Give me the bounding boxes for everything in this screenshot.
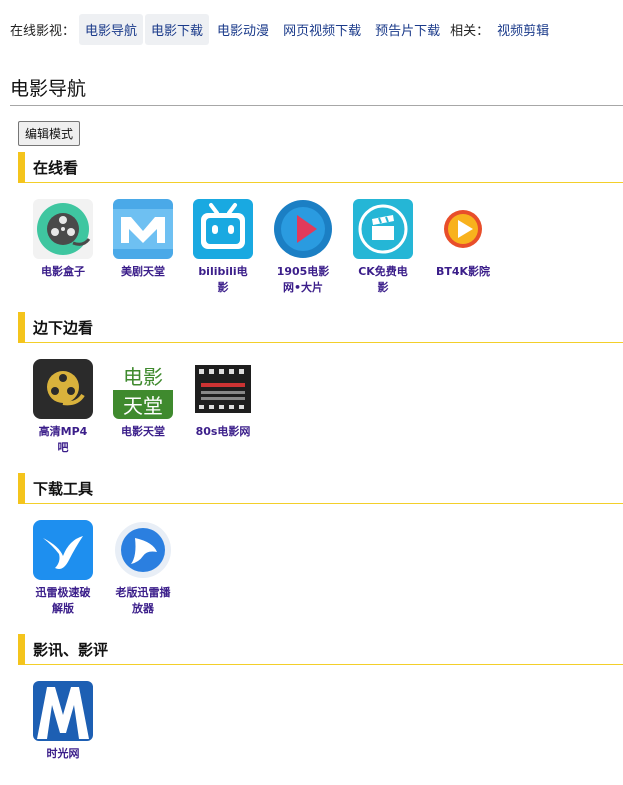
svg-text:电影: 电影: [123, 365, 163, 389]
site-link-mtime[interactable]: 时光网: [26, 681, 100, 762]
section-accent-bar: [18, 472, 25, 504]
section-accent-bar: [18, 311, 25, 343]
mtime-logo-icon: [33, 681, 93, 741]
film-reel-dark-icon: [33, 359, 93, 419]
nav-link-web-video-download[interactable]: 网页视频下载: [277, 14, 367, 45]
xunlei-player-icon: [113, 520, 173, 580]
site-link-dianyinghezi[interactable]: 电影盒子: [26, 199, 100, 280]
svg-text:天堂: 天堂: [123, 394, 163, 418]
section-title: 影讯、影评: [33, 640, 109, 659]
bilibili-icon: [193, 199, 253, 259]
site-link-xunlei-player[interactable]: 老版迅雷播放器: [106, 520, 180, 617]
site-label: bilibili电影: [198, 265, 248, 294]
play-circle-icon: [273, 199, 333, 259]
play-button-orange-icon: [433, 199, 493, 259]
nav-link-movie-download[interactable]: 电影下载: [145, 13, 210, 45]
section-download-tools: 下载工具 迅雷极速破解版 老版迅雷播放器: [18, 472, 623, 624]
site-label: CK免费电影: [358, 265, 408, 294]
site-label: 高清MP4吧: [38, 425, 88, 454]
site-link-1905[interactable]: 1905电影网•大片: [266, 199, 340, 296]
section-accent-bar: [18, 151, 25, 183]
site-link-mp4ba[interactable]: 高清MP4吧: [26, 359, 100, 456]
section-online-watch: 在线看 电影盒子 美剧天堂 bilibili电影 1905电影网•大片 CK免费…: [18, 151, 623, 303]
meiju-logo-icon: [113, 199, 173, 259]
section-accent-bar: [18, 633, 25, 665]
edit-mode-button[interactable]: 编辑模式: [18, 121, 81, 146]
nav-link-trailer-download[interactable]: 预告片下载: [369, 14, 446, 45]
film-reel-icon: [33, 199, 93, 259]
top-nav: 在线影视： 电影导航 电影下载 电影动漫 网页视频下载 预告片下载 相关： 视频…: [10, 13, 557, 45]
clapperboard-icon: [353, 199, 413, 259]
nav-link-movie-nav[interactable]: 电影导航: [79, 13, 144, 45]
site-label: 老版迅雷播放器: [115, 586, 171, 615]
section-header: 影讯、影评: [18, 633, 623, 665]
top-nav-prefix: 在线影视：: [10, 23, 76, 39]
nav-link-video-editing[interactable]: 视频剪辑: [491, 14, 555, 45]
site-label: 80s电影网: [195, 425, 251, 438]
section-title: 下载工具: [33, 479, 94, 498]
nav-link-movie-anime[interactable]: 电影动漫: [211, 14, 275, 45]
section-header: 边下边看: [18, 311, 623, 343]
site-link-bt4k[interactable]: BT4K影院: [426, 199, 500, 280]
xunlei-bird-icon: [33, 520, 93, 580]
site-link-meijutiantang[interactable]: 美剧天堂: [106, 199, 180, 280]
site-link-ck[interactable]: CK免费电影: [346, 199, 420, 296]
site-link-dytt[interactable]: 电影 天堂 电影天堂: [106, 359, 180, 440]
site-label: 电影天堂: [121, 425, 165, 438]
dytt-logo-icon: 电影 天堂: [113, 359, 173, 419]
site-link-xunlei-fast[interactable]: 迅雷极速破解版: [26, 520, 100, 617]
section-title: 边下边看: [33, 318, 94, 337]
site-link-80s[interactable]: 80s电影网: [186, 359, 260, 440]
site-label: 迅雷极速破解版: [35, 586, 91, 615]
site-label: BT4K影院: [435, 265, 491, 278]
film-strip-icon: [193, 359, 253, 419]
section-header: 下载工具: [18, 472, 623, 504]
site-label: 美剧天堂: [121, 265, 165, 278]
site-label: 1905电影网•大片: [276, 265, 330, 294]
page-title: 电影导航: [10, 74, 623, 106]
related-label: 相关：: [450, 23, 490, 39]
section-watch-while-download: 边下边看 高清MP4吧 电影 天堂 电影天堂 80s电影网: [18, 311, 623, 463]
section-header: 在线看: [18, 151, 623, 183]
site-label: 电影盒子: [41, 265, 85, 278]
site-label: 时光网: [46, 747, 80, 760]
section-title: 在线看: [33, 158, 79, 177]
site-link-bilibili[interactable]: bilibili电影: [186, 199, 260, 296]
section-movie-news: 影讯、影评 时光网: [18, 633, 623, 785]
